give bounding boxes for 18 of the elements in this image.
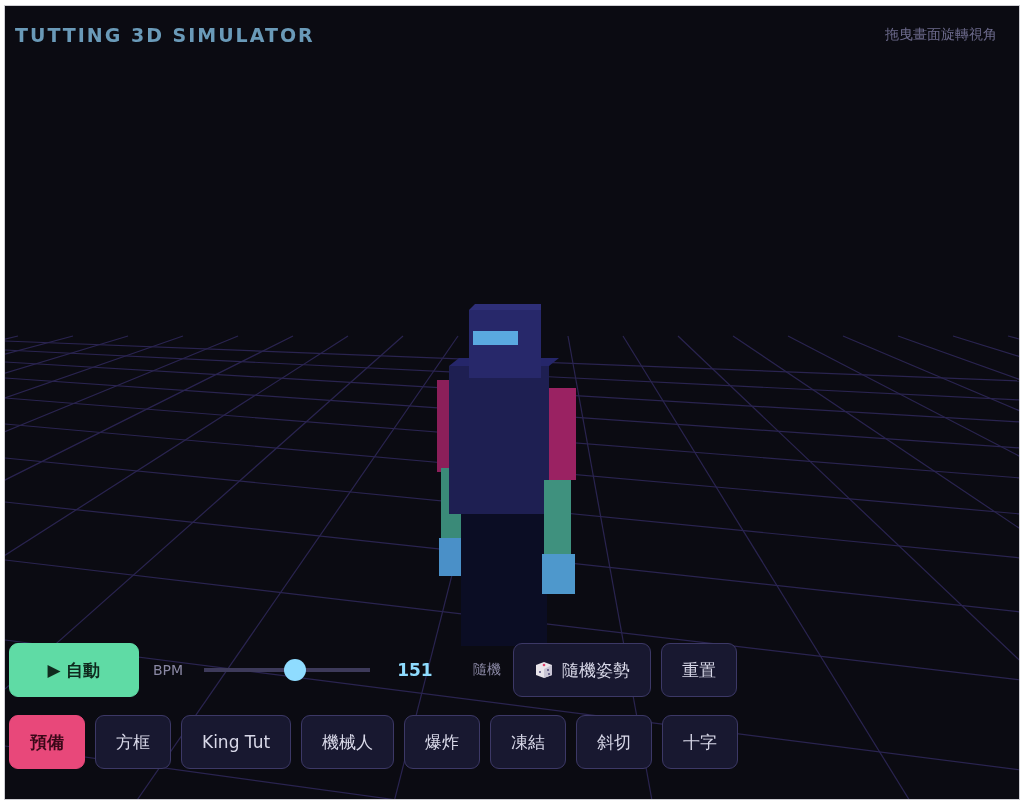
pose-button[interactable]: 方框 (95, 715, 171, 769)
bpm-value: 151 (397, 660, 433, 680)
dice-icon (533, 660, 554, 680)
pose-button[interactable]: King Tut (181, 715, 292, 769)
reset-button[interactable]: 重置 (660, 643, 737, 697)
pose-button[interactable]: 預備 (9, 715, 85, 769)
pose-button[interactable]: 爆炸 (404, 715, 481, 769)
random-pose-button[interactable]: 隨機姿勢 (512, 643, 651, 697)
rotate-hint: 拖曳畫面旋轉視角 (885, 26, 997, 44)
pose-button[interactable]: 斜切 (576, 715, 653, 769)
pose-button[interactable]: 十字 (662, 715, 739, 769)
pose-button[interactable]: 凍結 (490, 715, 567, 769)
auto-play-button[interactable]: ▶ 自動 (9, 643, 139, 697)
random-label: 隨機 (472, 661, 501, 679)
slider-thumb[interactable] (284, 659, 307, 681)
pose-button[interactable]: 機械人 (301, 715, 395, 769)
bpm-label: BPM (153, 662, 184, 678)
app-title: TUTTING 3D SIMULATOR (15, 24, 315, 46)
